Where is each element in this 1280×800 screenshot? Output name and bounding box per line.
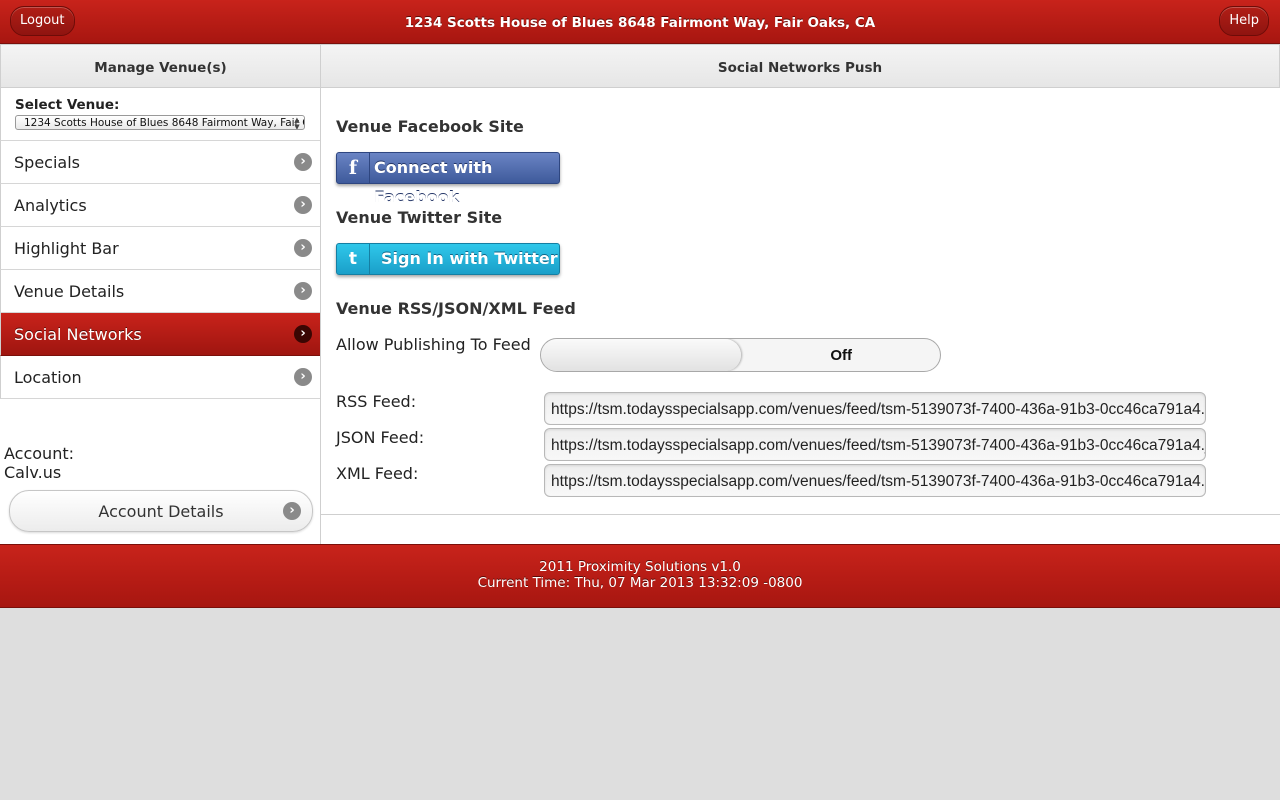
divider bbox=[321, 514, 1280, 515]
sidebar-item-label: Analytics bbox=[14, 196, 87, 215]
rss-feed-label: RSS Feed: bbox=[336, 392, 417, 411]
chevron-right-icon: › bbox=[294, 282, 312, 300]
feed-section-title: Venue RSS/JSON/XML Feed bbox=[336, 299, 576, 318]
xml-feed-label: XML Feed: bbox=[336, 464, 419, 483]
sidebar-item-label: Venue Details bbox=[14, 282, 125, 301]
account-name: Calv.us bbox=[4, 463, 62, 482]
json-feed-label: JSON Feed: bbox=[336, 428, 425, 447]
sidebar-item-social-networks[interactable]: Social Networks › bbox=[0, 313, 320, 356]
venue-select-group: Select Venue: 1234 Scotts House of Blues… bbox=[0, 88, 320, 141]
chevron-right-icon: › bbox=[294, 325, 312, 343]
allow-publishing-label: Allow Publishing To Feed bbox=[336, 335, 531, 354]
twitter-icon: t bbox=[337, 244, 370, 274]
venue-select-label: Select Venue: bbox=[15, 97, 120, 113]
rss-feed-field[interactable]: https://tsm.todaysspecialsapp.com/venues… bbox=[544, 392, 1206, 425]
toggle-knob[interactable] bbox=[541, 339, 741, 371]
sidebar-item-label: Social Networks bbox=[14, 325, 142, 344]
chevron-right-icon: › bbox=[294, 196, 312, 214]
account-info: Account: Calv.us bbox=[4, 444, 74, 482]
sidebar-item-analytics[interactable]: Analytics › bbox=[0, 184, 320, 227]
chevron-right-icon: › bbox=[283, 502, 301, 520]
sidebar: Manage Venue(s) Select Venue: 1234 Scott… bbox=[0, 44, 321, 544]
sidebar-item-label: Location bbox=[14, 368, 82, 387]
venue-title: 1234 Scotts House of Blues 8648 Fairmont… bbox=[404, 15, 876, 31]
select-arrows-icon: ▲ ▼ bbox=[294, 116, 300, 130]
allow-publishing-toggle[interactable]: Off bbox=[540, 338, 941, 372]
sign-in-twitter-label: Sign In with Twitter bbox=[381, 249, 558, 268]
toggle-state: Off bbox=[830, 347, 852, 364]
sidebar-item-highlight-bar[interactable]: Highlight Bar › bbox=[0, 227, 320, 270]
sidebar-item-location[interactable]: Location › bbox=[0, 356, 320, 399]
facebook-section-title: Venue Facebook Site bbox=[336, 117, 524, 136]
account-details-label: Account Details bbox=[98, 502, 224, 521]
chevron-right-icon: › bbox=[294, 368, 312, 386]
facebook-icon: f bbox=[337, 153, 370, 183]
main-panel: Social Networks Push Venue Facebook Site… bbox=[321, 44, 1280, 544]
sidebar-item-specials[interactable]: Specials › bbox=[0, 141, 320, 184]
footer-copyright: 2011 Proximity Solutions v1.0 bbox=[539, 559, 741, 575]
sidebar-item-venue-details[interactable]: Venue Details › bbox=[0, 270, 320, 313]
help-button[interactable]: Help bbox=[1219, 6, 1269, 36]
chevron-right-icon: › bbox=[294, 239, 312, 257]
venue-select-value: 1234 Scotts House of Blues 8648 Fairmont… bbox=[24, 117, 304, 129]
sidebar-item-label: Specials bbox=[14, 153, 80, 172]
connect-facebook-button[interactable]: f Connect with Facebook bbox=[336, 152, 560, 207]
account-details-button[interactable]: Account Details › bbox=[9, 490, 313, 532]
main-heading: Social Networks Push bbox=[321, 44, 1280, 88]
json-feed-field[interactable]: https://tsm.todaysspecialsapp.com/venues… bbox=[544, 428, 1206, 461]
app-footer: 2011 Proximity Solutions v1.0 Current Ti… bbox=[0, 544, 1280, 608]
footer-current-time: Current Time: Thu, 07 Mar 2013 13:32:09 … bbox=[477, 575, 803, 591]
sidebar-item-label: Highlight Bar bbox=[14, 239, 119, 258]
twitter-section-title: Venue Twitter Site bbox=[336, 208, 503, 227]
app-header: Logout 1234 Scotts House of Blues 8648 F… bbox=[0, 0, 1280, 44]
sidebar-heading: Manage Venue(s) bbox=[0, 44, 320, 88]
xml-feed-field[interactable]: https://tsm.todaysspecialsapp.com/venues… bbox=[544, 464, 1206, 497]
connect-facebook-label: Connect with Facebook bbox=[374, 158, 493, 207]
venue-select[interactable]: 1234 Scotts House of Blues 8648 Fairmont… bbox=[15, 115, 305, 130]
sign-in-twitter-button[interactable]: t Sign In with Twitter bbox=[336, 243, 560, 275]
account-label: Account: bbox=[4, 444, 74, 463]
chevron-right-icon: › bbox=[294, 153, 312, 171]
